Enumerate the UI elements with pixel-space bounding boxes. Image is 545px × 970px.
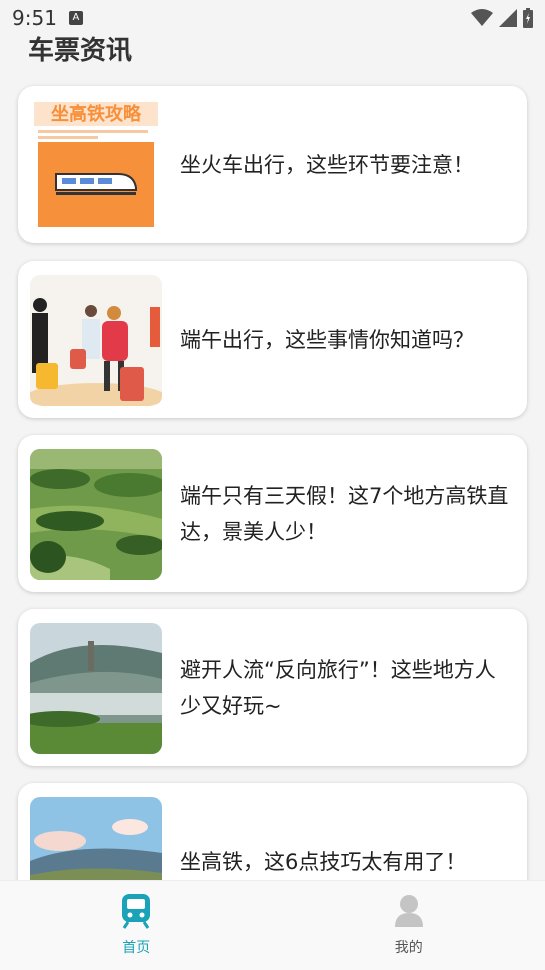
tab-home-label: 首页 [122, 940, 151, 956]
article-thumbnail [30, 275, 162, 406]
tab-home[interactable]: 首页 [0, 881, 273, 970]
status-time: 9:51 [12, 6, 57, 30]
tab-profile-label: 我的 [394, 940, 423, 956]
notification-a-icon: A [68, 11, 83, 25]
article-title: 避开人流“反向旅行”！这些地方人少又好玩~ [180, 657, 496, 718]
article-thumbnail [30, 449, 162, 580]
article-thumbnail [30, 623, 162, 754]
article-card[interactable]: 避开人流“反向旅行”！这些地方人少又好玩~ [18, 609, 527, 766]
signal-icon [499, 9, 517, 27]
article-title: 端午只有三天假！这7个地方高铁直达，景美人少！ [180, 483, 509, 544]
tab-profile[interactable]: 我的 [273, 881, 545, 970]
article-thumbnail: 坐高铁攻略 [30, 100, 162, 231]
wifi-icon [471, 9, 493, 26]
page-title: 车票资讯 [28, 36, 133, 66]
battery-icon [523, 8, 533, 28]
thumb-caption: 坐高铁攻略 [51, 103, 142, 125]
article-card[interactable]: 坐高铁攻略 坐火车出行，这些环节要注意！ [18, 86, 527, 243]
train-icon [122, 894, 151, 929]
user-icon [394, 895, 423, 927]
article-card[interactable]: 端午出行，这些事情你知道吗？ [18, 261, 527, 418]
article-card[interactable]: 端午只有三天假！这7个地方高铁直达，景美人少！ [18, 435, 527, 592]
article-title: 端午出行，这些事情你知道吗？ [180, 327, 474, 352]
bottom-tab-bar: 首页 我的 [0, 880, 545, 970]
article-title: 坐火车出行，这些环节要注意！ [180, 152, 474, 177]
